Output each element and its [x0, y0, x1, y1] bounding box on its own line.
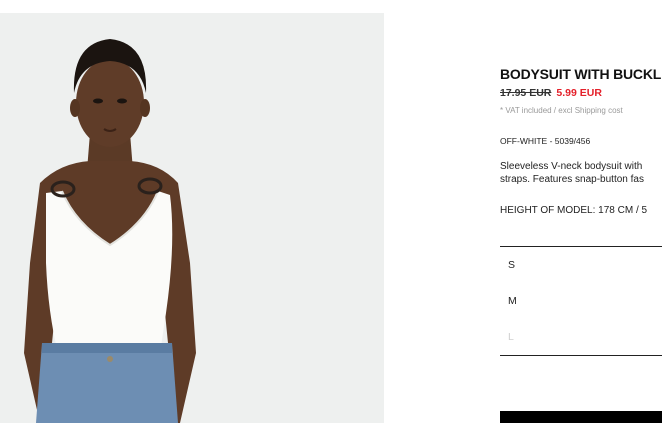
size-list-divider: [500, 246, 662, 247]
product-image[interactable]: [0, 13, 384, 423]
original-price: 17.95 EUR: [500, 87, 552, 99]
size-option-l: L: [508, 331, 514, 343]
size-option-s[interactable]: S: [508, 259, 515, 271]
product-title: BODYSUIT WITH BUCKLE: [500, 66, 662, 82]
size-list-divider: [500, 355, 662, 356]
add-to-basket-button[interactable]: [500, 411, 662, 423]
model-photo-illustration: [24, 39, 196, 423]
price-block: 17.95 EUR 5.99 EUR: [500, 87, 602, 99]
product-description: Sleeveless V-neck bodysuit with straps. …: [500, 160, 644, 186]
product-page: BODYSUIT WITH BUCKLE 17.95 EUR 5.99 EUR *…: [0, 0, 662, 423]
color-reference: OFF-WHITE - 5039/456: [500, 136, 591, 146]
tax-shipping-note[interactable]: * VAT included / excl Shipping cost: [500, 106, 623, 115]
product-info-panel: BODYSUIT WITH BUCKLE 17.95 EUR 5.99 EUR *…: [500, 0, 662, 423]
model-height: HEIGHT OF MODEL: 178 CM / 5: [500, 205, 648, 216]
sale-price: 5.99 EUR: [556, 87, 602, 99]
size-option-m[interactable]: M: [508, 295, 517, 307]
description-line: Sleeveless V-neck bodysuit with: [500, 161, 643, 172]
description-line: straps. Features snap-button fas: [500, 174, 644, 185]
